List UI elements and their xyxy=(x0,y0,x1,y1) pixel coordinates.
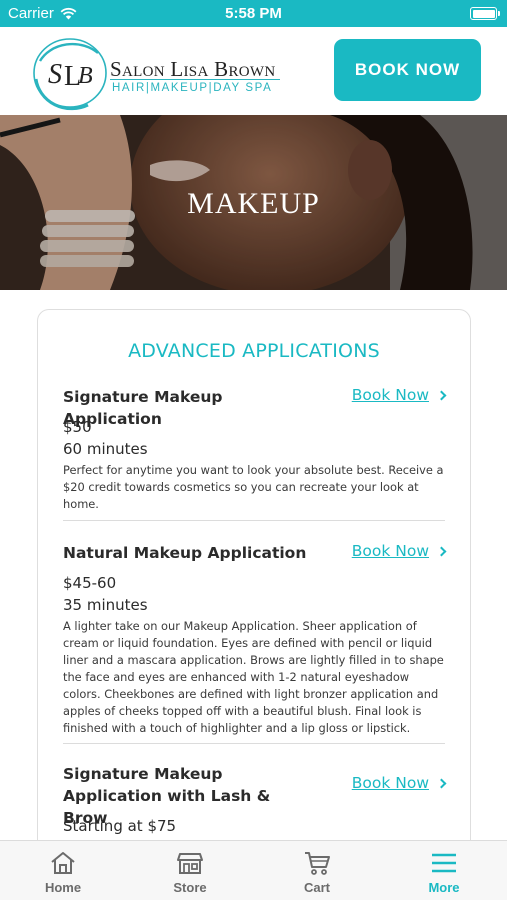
tab-store-label: Store xyxy=(173,880,207,895)
service-name: Natural Makeup Application xyxy=(63,544,307,562)
cart-icon xyxy=(305,852,330,875)
tab-more[interactable]: More xyxy=(381,841,507,900)
chevron-right-icon xyxy=(436,390,447,401)
chevron-right-icon xyxy=(436,546,447,557)
service-duration: 35 minutes xyxy=(63,596,148,614)
logo-tagline: HAIR|MAKEUP|DAY SPA xyxy=(112,82,273,94)
service-price: $45-60 xyxy=(63,574,117,592)
tab-cart[interactable]: Cart xyxy=(254,841,380,900)
battery-icon xyxy=(470,7,500,20)
service-price: $50 xyxy=(63,418,92,436)
service-item: Signature Makeup Application Book Now $5… xyxy=(63,386,447,511)
hero-banner: MAKEUP xyxy=(0,115,507,290)
logo-divider xyxy=(110,79,280,80)
tab-home-label: Home xyxy=(44,880,82,895)
home-icon xyxy=(51,852,75,874)
service-book-now-link[interactable]: Book Now xyxy=(351,542,447,560)
service-price: Starting at $75 xyxy=(63,817,177,835)
tab-cart-label: Cart xyxy=(303,880,330,895)
menu-icon xyxy=(432,853,456,873)
status-bar: Carrier 5:58 PM xyxy=(0,0,507,27)
svg-text:B: B xyxy=(78,63,93,89)
service-name: Signature Makeup Application xyxy=(63,388,223,428)
status-time: 5:58 PM xyxy=(225,5,282,22)
tab-more-label: More xyxy=(428,880,460,895)
tab-home[interactable]: Home xyxy=(0,841,126,900)
service-book-now-link[interactable]: Book Now xyxy=(351,386,447,404)
section-title: ADVANCED APPLICATIONS xyxy=(128,340,380,362)
divider xyxy=(63,520,445,521)
store-icon xyxy=(177,853,203,874)
divider xyxy=(63,743,445,744)
service-description: Perfect for anytime you want to look you… xyxy=(63,463,444,511)
services-card: ADVANCED APPLICATIONS Signature Makeup A… xyxy=(37,309,471,869)
app-header: S L B Salon Lisa Brown HAIR|MAKEUP|DAY S… xyxy=(0,27,507,115)
service-duration: 60 minutes xyxy=(63,440,148,458)
tab-bar: Home Store Cart More xyxy=(0,840,507,900)
chevron-right-icon xyxy=(436,778,447,789)
book-now-button[interactable]: BOOK NOW xyxy=(334,39,481,101)
book-now-link-label: Book Now xyxy=(351,774,429,792)
book-now-link-label: Book Now xyxy=(351,542,429,560)
hero-title: MAKEUP xyxy=(187,187,320,220)
service-description: A lighter take on our Makeup Application… xyxy=(63,619,444,735)
tab-store[interactable]: Store xyxy=(127,841,253,900)
salon-logo[interactable]: S L B Salon Lisa Brown HAIR|MAKEUP|DAY S… xyxy=(28,35,288,111)
svg-text:S: S xyxy=(48,59,62,90)
service-book-now-link[interactable]: Book Now xyxy=(351,774,447,792)
logo-monogram-icon: S L B xyxy=(33,38,107,111)
book-now-link-label: Book Now xyxy=(351,386,429,404)
service-item: Natural Makeup Application Book Now $45-… xyxy=(63,542,447,737)
